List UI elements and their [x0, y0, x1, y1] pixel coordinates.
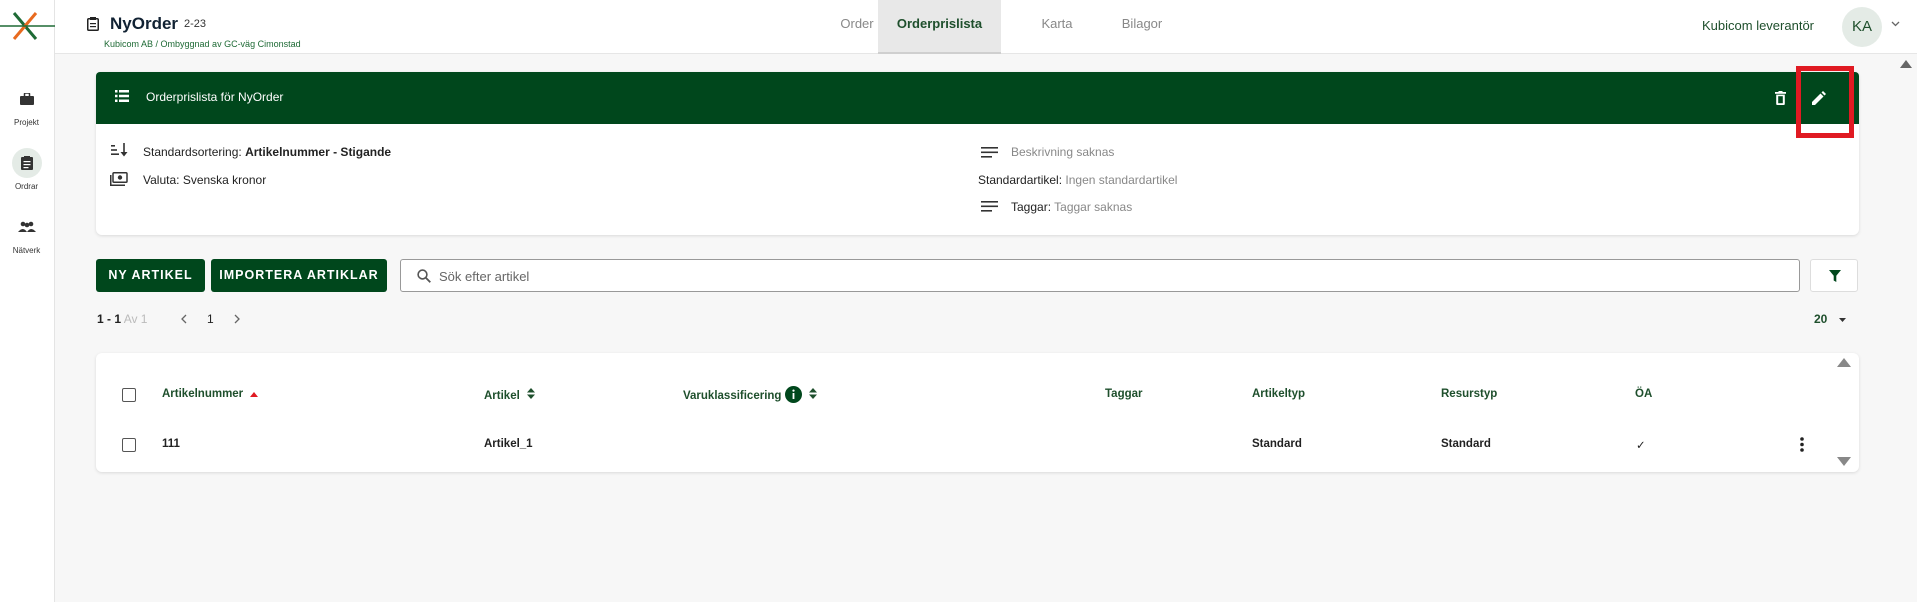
chevron-right-icon[interactable] — [234, 314, 241, 324]
description: Beskrivning saknas — [1011, 145, 1114, 159]
cell-oa-check: ✓ — [1636, 440, 1646, 452]
column-header-varuklassificering[interactable]: Varuklassificering — [683, 385, 817, 403]
filter-button[interactable] — [1810, 259, 1858, 292]
tab-orderprislista[interactable]: Orderprislista — [878, 0, 1001, 54]
caret-down-icon — [1838, 317, 1846, 322]
range-total: Av 1 — [123, 312, 148, 326]
briefcase-icon — [12, 84, 42, 114]
currency: Valuta: Svenska kronor — [143, 173, 266, 187]
sort-icon — [111, 143, 128, 157]
cell-resurstyp: Standard — [1441, 438, 1491, 450]
scroll-up-icon[interactable] — [1900, 60, 1912, 68]
sort-label: Standardsortering: — [143, 145, 242, 159]
standard-article-label: Standardartikel: — [978, 173, 1063, 187]
pricelist-title: Orderprislista för NyOrder — [146, 90, 284, 104]
people-icon — [12, 212, 42, 242]
search-box — [400, 259, 1800, 292]
scroll-up-icon[interactable] — [1837, 358, 1851, 367]
column-header-artikelnummer[interactable]: Artikelnummer — [162, 388, 259, 400]
select-all-checkbox[interactable] — [122, 388, 136, 402]
sidebar-item-label: Nätverk — [12, 246, 41, 255]
search-input[interactable] — [439, 267, 1739, 285]
current-page[interactable]: 1 — [207, 312, 214, 326]
clipboard-icon — [11, 148, 42, 178]
column-header-artikel[interactable]: Artikel — [484, 388, 535, 402]
column-header-oa[interactable]: ÖA — [1635, 388, 1652, 400]
column-header-resurstyp[interactable]: Resurstyp — [1441, 388, 1497, 400]
notes-icon — [981, 201, 998, 212]
avatar[interactable]: KA — [1842, 7, 1882, 47]
tags-value: Taggar saknas — [1054, 200, 1133, 214]
tags: Taggar: Taggar saknas — [1011, 200, 1132, 214]
currency-label: Valuta: — [143, 173, 180, 187]
header-label: Artikel — [484, 390, 520, 402]
info-icon[interactable] — [784, 385, 802, 403]
notes-icon — [981, 147, 998, 158]
tab-bilagor[interactable]: Bilagor — [1095, 0, 1189, 54]
tab-karta[interactable]: Karta — [1016, 0, 1098, 54]
sort-both-icon — [527, 388, 535, 399]
import-articles-button[interactable]: IMPORTERA ARTIKLAR — [211, 259, 387, 292]
pagination-range: 1 - 1 Av 1 — [97, 312, 147, 326]
delete-icon[interactable] — [1775, 91, 1786, 105]
new-article-button[interactable]: NY ARTIKEL — [96, 259, 205, 292]
header-label: Artikelnummer — [162, 388, 244, 400]
order-number: 2-23 — [184, 18, 207, 30]
page-size-select[interactable]: 20 — [1814, 312, 1846, 326]
filter-icon — [1829, 270, 1841, 282]
clipboard-icon — [87, 17, 99, 31]
list-icon — [115, 90, 129, 102]
column-header-taggar[interactable]: Taggar — [1105, 388, 1143, 400]
search-icon — [417, 269, 431, 283]
cell-artikel: Artikel_1 — [484, 438, 533, 450]
currency-value: Svenska kronor — [182, 173, 267, 187]
scroll-down-icon[interactable] — [1837, 457, 1851, 466]
sort-value: Artikelnummer - Stigande — [245, 145, 392, 159]
chevron-left-icon[interactable] — [180, 314, 187, 324]
standard-article-value: Ingen standardartikel — [1065, 173, 1178, 187]
tags-label: Taggar: — [1011, 200, 1052, 214]
sort-asc-icon — [250, 392, 259, 397]
sidebar-item-ordrar[interactable]: Ordrar — [0, 148, 53, 191]
page-size-value: 20 — [1814, 312, 1828, 326]
sort-both-icon — [808, 388, 817, 399]
standard-article: Standardartikel: Ingen standardartikel — [978, 173, 1177, 187]
pricelist-card: Orderprislista för NyOrder Standardsorte… — [96, 72, 1859, 235]
range-value: 1 - 1 — [97, 312, 122, 326]
cell-artikeltyp: Standard — [1252, 438, 1302, 450]
page-title: NyOrder — [110, 14, 179, 33]
more-vert-icon[interactable] — [1800, 437, 1804, 452]
cell-artikelnummer: 111 — [162, 438, 180, 450]
header-label: Varuklassificering — [683, 390, 782, 402]
sidebar: Projekt Ordrar Nätverk — [0, 0, 55, 602]
column-header-artikeltyp[interactable]: Artikeltyp — [1252, 388, 1305, 400]
description-value: Beskrivning saknas — [1011, 145, 1115, 159]
sidebar-item-label: Projekt — [14, 118, 39, 127]
cash-icon — [110, 172, 128, 186]
breadcrumb[interactable]: Kubicom AB / Ombyggnad av GC-väg Cimonst… — [104, 39, 301, 49]
top-header: NyOrder 2-23 Kubicom AB / Ombyggnad av G… — [55, 0, 1917, 54]
sidebar-item-label: Ordrar — [14, 182, 39, 191]
default-sorting: Standardsortering: Artikelnummer - Stiga… — [143, 145, 391, 159]
user-name[interactable]: Kubicom leverantör — [1702, 18, 1814, 33]
row-checkbox[interactable] — [122, 438, 136, 452]
articles-table: Artikelnummer Artikel Varuklassificering… — [96, 353, 1859, 472]
highlight-box — [1796, 66, 1854, 138]
sidebar-item-natverk[interactable]: Nätverk — [0, 212, 53, 255]
chevron-down-icon[interactable] — [1891, 21, 1900, 27]
pricelist-header-bar: Orderprislista för NyOrder — [96, 72, 1859, 124]
sidebar-item-projekt[interactable]: Projekt — [0, 84, 53, 127]
kubicom-logo[interactable] — [0, 10, 55, 42]
